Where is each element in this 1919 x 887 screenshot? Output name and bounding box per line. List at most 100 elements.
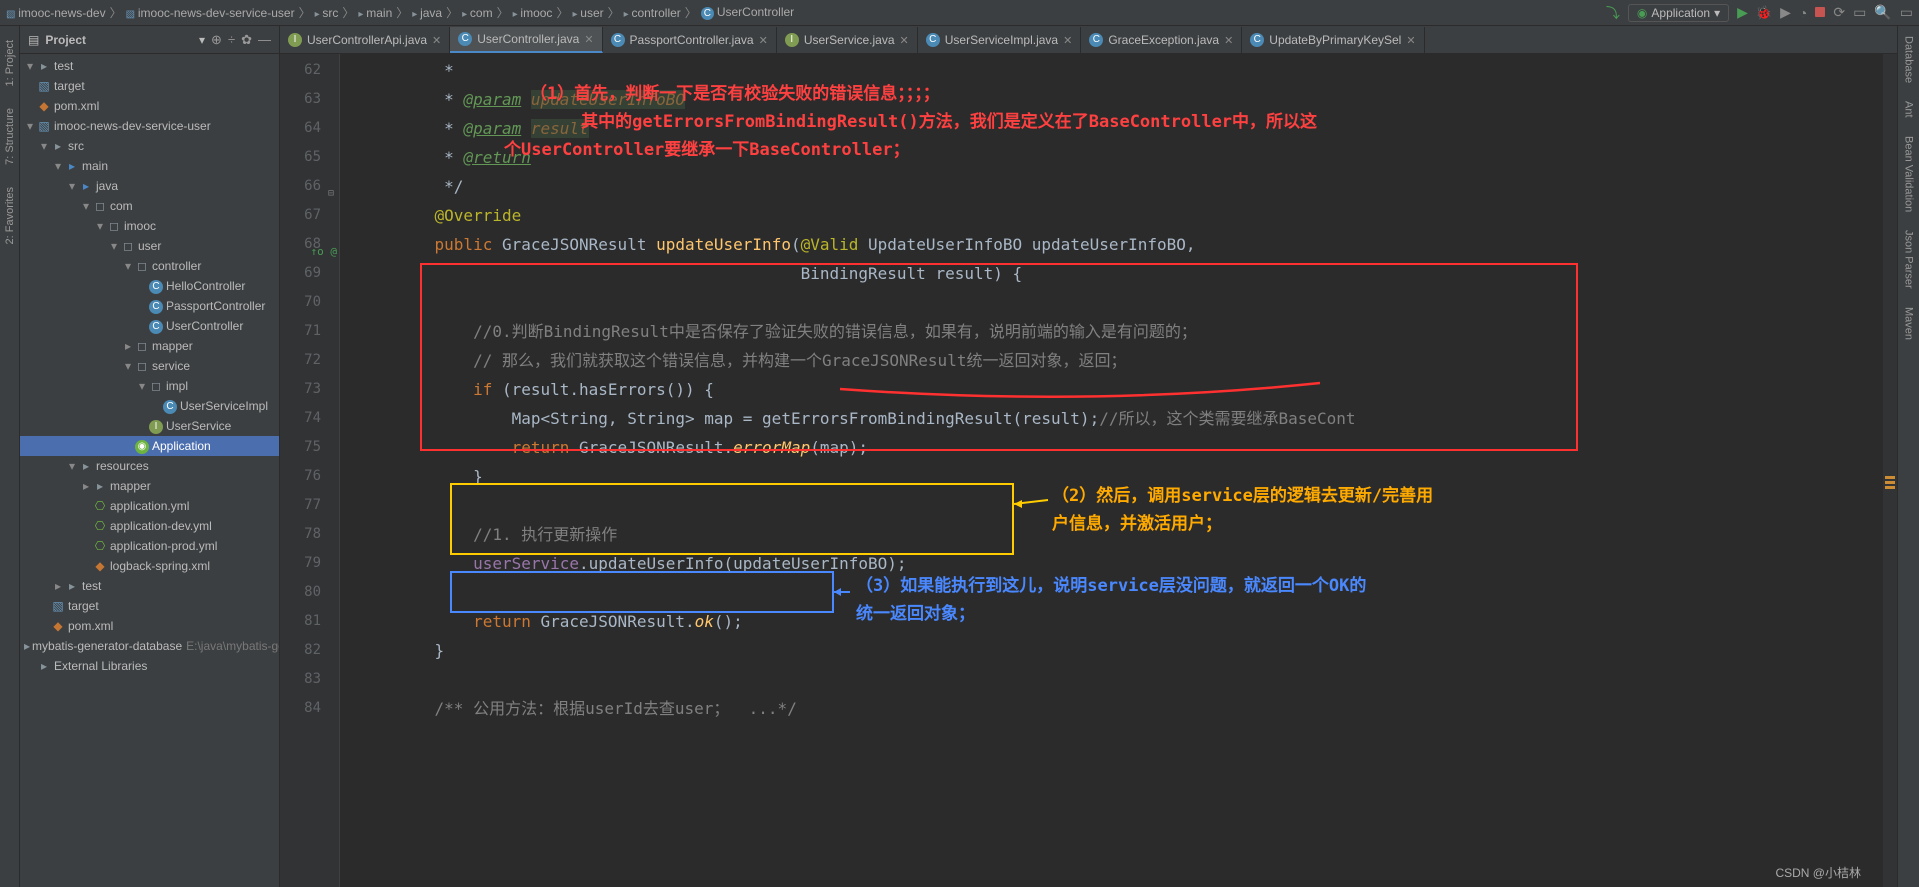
run-button-icon[interactable]: ▶ [1737, 4, 1748, 21]
breadcrumb-item[interactable]: ▸ java [412, 6, 442, 20]
close-icon[interactable]: ✕ [1063, 34, 1072, 47]
tool-window-button[interactable]: Maven [1903, 303, 1915, 344]
tree-node[interactable]: CPassportController [20, 296, 279, 316]
breadcrumb-item[interactable]: ▧ imooc-news-dev [6, 6, 106, 20]
editor-tab[interactable]: IUserControllerApi.java✕ [280, 27, 450, 53]
close-icon[interactable]: ✕ [1406, 34, 1415, 47]
breadcrumb-item[interactable]: ▸ com [462, 6, 492, 20]
breadcrumb-item[interactable]: ▸ controller [624, 6, 681, 20]
tree-node[interactable]: ▧target [20, 596, 279, 616]
tree-node[interactable]: ▾◻com [20, 196, 279, 216]
tree-node[interactable]: CHelloController [20, 276, 279, 296]
breadcrumb-class[interactable]: CUserController [701, 5, 794, 20]
tree-node[interactable]: ▾▸resources [20, 456, 279, 476]
tree-node[interactable]: ▾▸src [20, 136, 279, 156]
tool-window-button[interactable]: Json Parser [1903, 226, 1915, 293]
yml-icon: ⎔ [92, 539, 108, 553]
file-type-icon: C [458, 32, 472, 46]
tab-label: PassportController.java [630, 33, 754, 47]
tree-node[interactable]: ▾◻user [20, 236, 279, 256]
interface-icon: I [148, 418, 164, 434]
tree-node[interactable]: ▸▸mapper [20, 476, 279, 496]
module-icon: ▧ [50, 599, 66, 613]
tree-node[interactable]: ▾◻controller [20, 256, 279, 276]
close-icon[interactable]: ✕ [900, 34, 909, 47]
editor-tab[interactable]: CPassportController.java✕ [603, 27, 777, 53]
tool-window-button[interactable]: Bean Validation [1903, 132, 1915, 216]
folder-icon: ▸ [36, 59, 52, 73]
tree-node[interactable]: ▾◻impl [20, 376, 279, 396]
editor-tab[interactable]: CUserController.java✕ [450, 27, 602, 53]
search-icon[interactable]: 🔍 [1874, 4, 1891, 21]
class-icon: C [148, 278, 164, 294]
tree-node[interactable]: ▧target [20, 76, 279, 96]
project-view-icon: ▤ [28, 33, 39, 47]
editor-gutter[interactable]: 6263646566⊟6768↑o @697071727374757677787… [280, 54, 340, 887]
class-icon: C [148, 298, 164, 314]
profiler-icon[interactable]: ◔ [1799, 5, 1807, 21]
coverage-icon[interactable]: ▶ [1780, 4, 1791, 21]
editor-scrollbar-markers[interactable] [1883, 54, 1897, 887]
yml-icon: ⎔ [92, 519, 108, 533]
editor-tab[interactable]: CUserServiceImpl.java✕ [918, 27, 1082, 53]
tool-window-button[interactable]: Database [1903, 32, 1915, 87]
class-icon: C [162, 398, 178, 414]
package-icon: ◻ [134, 339, 150, 353]
debug-button-icon[interactable]: 🐞 [1756, 5, 1772, 21]
settings-icon[interactable]: ▭ [1900, 4, 1913, 21]
editor-tab-bar: IUserControllerApi.java✕CUserController.… [280, 26, 1897, 54]
tree-node[interactable]: ◉Application [20, 436, 279, 456]
collapse-icon[interactable]: ÷ [228, 32, 235, 47]
tree-node[interactable]: ⎔application.yml [20, 496, 279, 516]
tree-node[interactable]: ⎔application-dev.yml [20, 516, 279, 536]
run-configuration-dropdown[interactable]: ◉ Application ▾ [1628, 4, 1729, 22]
tree-node[interactable]: IUserService [20, 416, 279, 436]
close-icon[interactable]: ✕ [584, 33, 593, 46]
tree-node[interactable]: ▸▸test [20, 576, 279, 596]
watermark: CSDN @小桔林 [1775, 864, 1861, 881]
tree-node[interactable]: CUserServiceImpl [20, 396, 279, 416]
breadcrumb-item[interactable]: ▸ main [358, 6, 392, 20]
tree-node[interactable]: ⎔application-prod.yml [20, 536, 279, 556]
chevron-down-icon[interactable]: ▾ [199, 33, 205, 47]
tree-node[interactable]: ▸External Libraries [20, 656, 279, 676]
tree-node[interactable]: ▾▸java [20, 176, 279, 196]
tool-window-button[interactable]: Ant [1903, 97, 1915, 122]
stop-button-icon[interactable] [1815, 6, 1825, 20]
tool-window-button[interactable]: 2: Favorites [4, 183, 16, 248]
git-update-icon[interactable]: ⟳ [1833, 4, 1845, 21]
tree-node[interactable]: ▾▸main [20, 156, 279, 176]
tree-node[interactable]: ▾◻imooc [20, 216, 279, 236]
tree-node[interactable]: ◆logback-spring.xml [20, 556, 279, 576]
editor-tab[interactable]: IUserService.java✕ [777, 27, 918, 53]
xml-icon: ◆ [36, 99, 52, 113]
breadcrumb[interactable]: ▧ imooc-news-dev〉▧ imooc-news-dev-servic… [6, 4, 794, 21]
structure-icon[interactable]: ▭ [1853, 4, 1866, 21]
tool-window-button[interactable]: 1: Project [4, 36, 16, 90]
build-icon[interactable]: ⤵ [1606, 3, 1620, 23]
breadcrumb-item[interactable]: ▸ imooc [513, 6, 553, 20]
breadcrumb-item[interactable]: ▸ user [572, 6, 603, 20]
left-tool-stripe: 1: Project 7: Structure 2: Favorites [0, 26, 20, 887]
close-icon[interactable]: ✕ [432, 34, 441, 47]
tree-node[interactable]: ▾▸test [20, 56, 279, 76]
editor-tab[interactable]: CUpdateByPrimaryKeySel✕ [1242, 27, 1424, 53]
tree-node[interactable]: ◆pom.xml [20, 96, 279, 116]
tree-node[interactable]: ◆pom.xml [20, 616, 279, 636]
tree-node[interactable]: ▾▧imooc-news-dev-service-user [20, 116, 279, 136]
breadcrumb-item[interactable]: ▧ imooc-news-dev-service-user [126, 6, 295, 20]
gear-icon[interactable]: ✿ [241, 32, 252, 48]
tree-node[interactable]: ▾◻service [20, 356, 279, 376]
editor-tab[interactable]: CGraceException.java✕ [1081, 27, 1242, 53]
close-icon[interactable]: ✕ [1224, 34, 1233, 47]
tool-window-button[interactable]: 7: Structure [4, 104, 16, 169]
hide-icon[interactable]: — [258, 32, 271, 47]
editor-code-area[interactable]: * * @param updateUserInfoBO * @param res… [340, 54, 1883, 887]
locate-icon[interactable]: ⊕ [211, 32, 222, 48]
tree-node[interactable]: CUserController [20, 316, 279, 336]
breadcrumb-item[interactable]: ▸ src [315, 6, 339, 20]
tree-node[interactable]: ▸mybatis-generator-databaseE:\java\mybat… [20, 636, 279, 656]
project-tree[interactable]: ▾▸test ▧target ◆pom.xml▾▧imooc-news-dev-… [20, 54, 279, 887]
tree-node[interactable]: ▸◻mapper [20, 336, 279, 356]
close-icon[interactable]: ✕ [759, 34, 768, 47]
